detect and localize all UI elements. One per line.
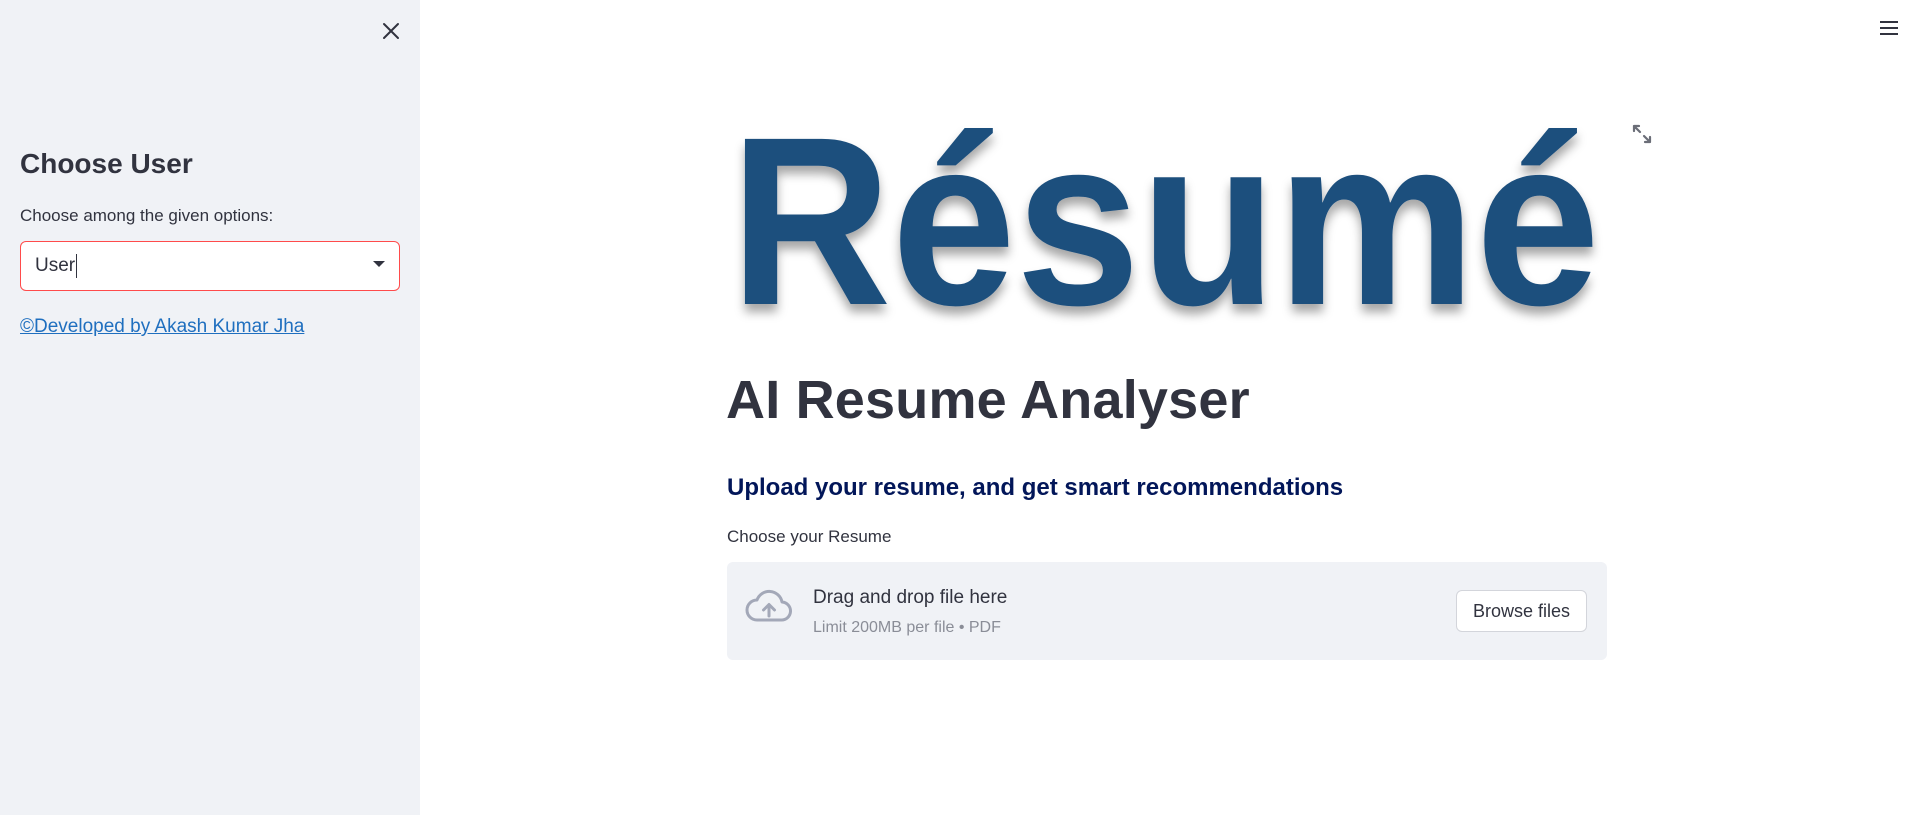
chevron-down-icon[interactable] (373, 261, 385, 267)
text-caret (76, 254, 78, 278)
close-icon (383, 23, 399, 39)
close-sidebar-button[interactable] (376, 16, 406, 46)
dropzone-instructions: Drag and drop file here (813, 587, 1008, 608)
resume-dropzone[interactable]: Drag and drop file here Limit 200MB per … (727, 562, 1607, 660)
sidebar: Choose User Choose among the given optio… (0, 0, 420, 815)
resume-logo-image: Résumé (730, 108, 1600, 328)
resume-uploader-label: Choose your Resume (727, 527, 892, 546)
resume-logo-text: Résumé (730, 108, 1600, 328)
user-select[interactable]: User (20, 241, 400, 291)
user-select-text: User (35, 255, 76, 277)
sidebar-title: Choose User (20, 148, 193, 179)
page-title: AI Resume Analyser (726, 370, 1250, 430)
hamburger-menu-icon (1880, 21, 1898, 35)
user-select-label: Choose among the given options: (20, 206, 274, 225)
user-select-value: User (35, 254, 78, 278)
fullscreen-icon[interactable] (1630, 122, 1654, 146)
browse-files-button[interactable]: Browse files (1455, 590, 1587, 632)
page-subheading: Upload your resume, and get smart recomm… (727, 474, 1344, 501)
main-menu-button[interactable] (1878, 18, 1900, 38)
dropzone-limit-text: Limit 200MB per file • PDF (813, 619, 1001, 636)
developer-link[interactable]: ©Developed by Akash Kumar Jha (20, 314, 304, 340)
cloud-upload-icon (745, 589, 792, 622)
